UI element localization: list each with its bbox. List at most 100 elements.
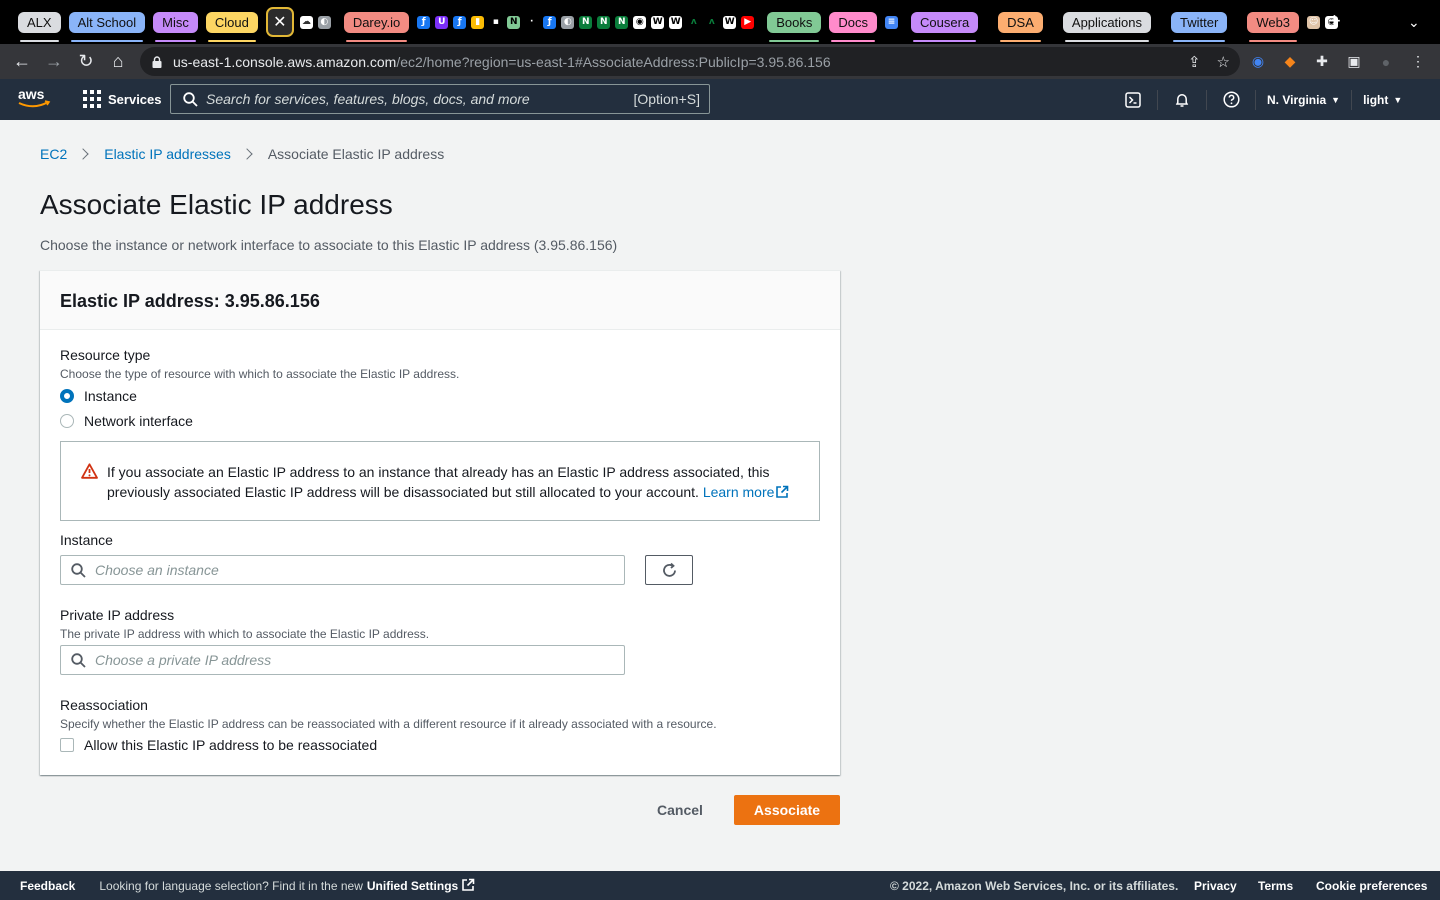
tab-group-web3[interactable]: Web3 bbox=[1247, 11, 1300, 42]
tab-group-darey[interactable]: Darey.io bbox=[343, 11, 410, 42]
tab-group-label: Applications bbox=[1071, 14, 1143, 30]
caret-down-icon: ▼ bbox=[1331, 94, 1341, 105]
breadcrumb-elastic-ip-addresses[interactable]: Elastic IP addresses bbox=[104, 146, 231, 162]
account-menu[interactable]: light ▼ bbox=[1363, 93, 1402, 107]
new-tab-icon[interactable]: + bbox=[1328, 10, 1341, 32]
tab-group-dsa[interactable]: DSA bbox=[998, 11, 1043, 42]
private-ip-select[interactable]: Choose a private IP address bbox=[60, 645, 625, 675]
aws-logo[interactable]: aws bbox=[17, 87, 51, 111]
cookie-preferences-link[interactable]: Cookie preferences bbox=[1316, 879, 1427, 893]
browser-tab-strip: ALX Alt School Misc Cloud ✕ ☁ ◐ Darey.io… bbox=[0, 0, 1440, 44]
private-ip-placeholder: Choose a private IP address bbox=[95, 652, 272, 668]
tab-group-alx[interactable]: ALX bbox=[18, 11, 61, 42]
services-menu-button[interactable]: Services bbox=[83, 90, 162, 108]
associate-button[interactable]: Associate bbox=[734, 795, 840, 825]
home-icon[interactable]: ⌂ bbox=[102, 46, 134, 78]
divider bbox=[1351, 89, 1353, 110]
tab-group-cloud[interactable]: Cloud bbox=[205, 11, 258, 42]
page-description: Choose the instance or network interface… bbox=[40, 237, 618, 253]
learn-more-link[interactable]: Learn more bbox=[703, 484, 790, 500]
tab-favicon[interactable]: W bbox=[669, 15, 683, 29]
privacy-link[interactable]: Privacy bbox=[1194, 879, 1237, 893]
help-icon[interactable] bbox=[1218, 87, 1244, 113]
tab-favicon[interactable]: N bbox=[597, 15, 611, 29]
caret-down-icon: ▼ bbox=[1393, 94, 1403, 105]
resource-type-label: Resource type bbox=[60, 347, 151, 363]
profile-avatar-icon[interactable]: ● bbox=[1376, 52, 1396, 72]
tab-favicon[interactable]: N bbox=[615, 15, 629, 29]
tab-favicon[interactable]: W bbox=[723, 15, 737, 29]
breadcrumb: EC2 Elastic IP addresses Associate Elast… bbox=[40, 146, 444, 162]
tab-favicon[interactable]: ▮ bbox=[471, 15, 485, 29]
breadcrumb-ec2[interactable]: EC2 bbox=[40, 146, 67, 162]
reassociation-checkbox[interactable]: Allow this Elastic IP address to be reas… bbox=[60, 737, 377, 753]
active-tab[interactable]: ✕ bbox=[265, 7, 294, 37]
tab-group-cousera[interactable]: Cousera bbox=[911, 11, 979, 42]
address-bar[interactable]: us-east-1.console.aws.amazon.com/ec2/hom… bbox=[140, 47, 1240, 76]
tab-favicon[interactable]: ƒ bbox=[543, 15, 557, 29]
tab-group-books[interactable]: Books bbox=[767, 11, 822, 42]
back-arrow-icon[interactable]: ← bbox=[6, 46, 38, 78]
tab-favicon[interactable]: ◉ bbox=[633, 15, 647, 29]
instance-placeholder: Choose an instance bbox=[95, 562, 219, 578]
tab-favicon[interactable]: ʌ bbox=[705, 15, 719, 29]
account-label: light bbox=[1363, 92, 1389, 107]
puzzle-icon[interactable]: ✚ bbox=[1312, 52, 1332, 72]
tab-favicon[interactable]: W bbox=[651, 15, 665, 29]
browser-toolbar: ← → ↻ ⌂ us-east-1.console.aws.amazon.com… bbox=[0, 44, 1440, 79]
metamask-icon[interactable]: ◆ bbox=[1280, 52, 1300, 72]
cloudshell-icon[interactable] bbox=[1120, 87, 1146, 113]
chevron-right-icon bbox=[77, 148, 89, 160]
checkbox-icon[interactable] bbox=[60, 738, 74, 752]
radio-unselected-icon[interactable] bbox=[60, 414, 74, 428]
tab-favicon[interactable]: N bbox=[507, 15, 521, 29]
tab-favicon[interactable]: ƒ bbox=[417, 15, 431, 29]
tab-favicon[interactable]: ☺ bbox=[1307, 15, 1321, 29]
tab-group-label: Cloud bbox=[214, 14, 249, 30]
console-footer: Feedback Looking for language selection?… bbox=[0, 871, 1440, 900]
tab-group-label: DSA bbox=[1007, 14, 1034, 30]
tab-favicon[interactable]: N bbox=[579, 15, 593, 29]
tab-favicon[interactable]: U bbox=[435, 15, 449, 29]
tab-group-label: ALX bbox=[27, 14, 52, 30]
feedback-link[interactable]: Feedback bbox=[20, 879, 75, 893]
region-selector[interactable]: N. Virginia ▼ bbox=[1267, 93, 1340, 107]
tab-favicon[interactable]: · bbox=[525, 15, 539, 29]
tab-favicon[interactable]: ▪ bbox=[489, 15, 503, 29]
reload-icon[interactable]: ↻ bbox=[70, 46, 102, 78]
terms-link[interactable]: Terms bbox=[1258, 879, 1293, 893]
tab-group-label: Docs bbox=[838, 14, 869, 30]
tab-group-twitter[interactable]: Twitter bbox=[1171, 11, 1228, 42]
cancel-button[interactable]: Cancel bbox=[646, 795, 714, 825]
share-icon[interactable]: ⇪ bbox=[1188, 53, 1201, 71]
side-panel-icon[interactable]: ▣ bbox=[1344, 52, 1364, 72]
tab-group-misc[interactable]: Misc bbox=[153, 11, 198, 42]
tab-favicon[interactable]: ◐ bbox=[561, 15, 575, 29]
close-icon[interactable]: ✕ bbox=[273, 12, 286, 32]
aws-search-input[interactable]: Search for services, features, blogs, do… bbox=[170, 84, 710, 114]
tab-favicon[interactable]: ◐ bbox=[317, 15, 331, 29]
tab-favicon[interactable]: ≡ bbox=[885, 15, 899, 29]
checkbox-label: Allow this Elastic IP address to be reas… bbox=[84, 737, 378, 753]
reassociation-description: Specify whether the Elastic IP address c… bbox=[60, 717, 717, 731]
tab-favicon[interactable]: ▶ bbox=[741, 15, 755, 29]
bookmark-star-icon[interactable]: ☆ bbox=[1217, 53, 1230, 71]
tab-favicon[interactable]: ☁ bbox=[299, 15, 313, 29]
refresh-button[interactable] bbox=[645, 555, 693, 585]
instance-select[interactable]: Choose an instance bbox=[60, 555, 625, 585]
forward-arrow-icon[interactable]: → bbox=[38, 46, 70, 78]
tab-group-docs[interactable]: Docs bbox=[829, 11, 878, 42]
tab-group-applications[interactable]: Applications bbox=[1062, 11, 1152, 42]
learn-more-label: Learn more bbox=[702, 484, 775, 500]
tab-favicon[interactable]: ƒ bbox=[453, 15, 467, 29]
radio-selected-icon[interactable] bbox=[60, 389, 74, 403]
radio-instance[interactable]: Instance bbox=[60, 388, 137, 404]
unified-settings-link[interactable]: Unified Settings bbox=[367, 878, 475, 893]
notifications-bell-icon[interactable] bbox=[1169, 87, 1195, 113]
chevron-down-icon[interactable]: ⌄ bbox=[1408, 14, 1420, 31]
chrome-extension-icon[interactable]: ◉ bbox=[1248, 52, 1268, 72]
radio-network-interface[interactable]: Network interface bbox=[60, 413, 193, 429]
kebab-menu-icon[interactable]: ⋮ bbox=[1408, 52, 1428, 72]
tab-favicon[interactable]: ʌ bbox=[687, 15, 701, 29]
tab-group-alt-school[interactable]: Alt School bbox=[68, 11, 146, 42]
